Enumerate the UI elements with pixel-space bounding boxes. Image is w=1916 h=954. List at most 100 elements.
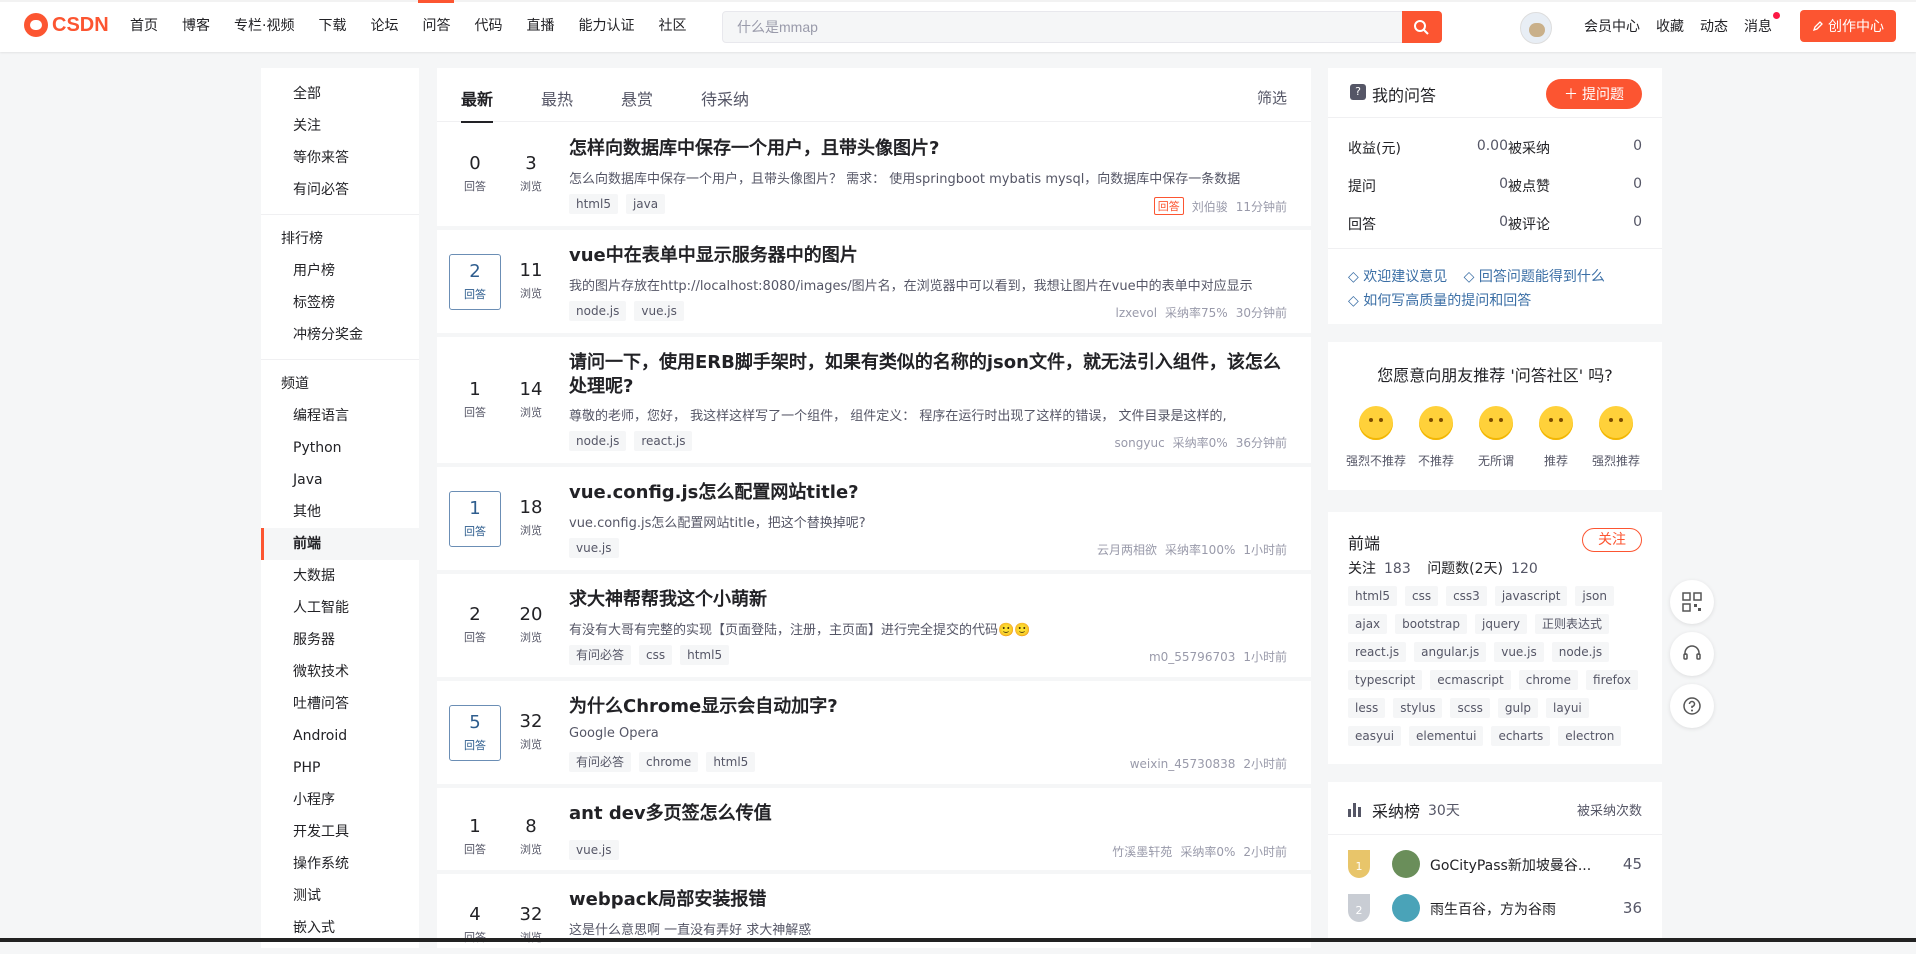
tag[interactable]: html5 <box>680 645 730 665</box>
topic-tag[interactable]: layui <box>1546 698 1589 718</box>
sidebar-item-tag-rank[interactable]: 标签榜 <box>261 287 419 319</box>
survey-option[interactable]: 强烈不推荐 <box>1346 406 1406 469</box>
topic-tag[interactable]: ecmascript <box>1430 670 1511 690</box>
question-item[interactable]: 2 回答 20 浏览 求大神帮帮我这个小萌新 有没有大哥有完整的实现【页面登陆，注册… <box>437 574 1311 681</box>
nav-forum[interactable]: 论坛 <box>358 0 410 52</box>
topic-tag[interactable]: jquery <box>1475 614 1528 634</box>
topic-tag[interactable]: ajax <box>1348 614 1388 634</box>
tab-hottest[interactable]: 最热 <box>541 86 573 110</box>
sidebar-item-all[interactable]: 全部 <box>261 78 419 110</box>
topic-tag[interactable]: react.js <box>1348 642 1407 662</box>
tag[interactable]: css <box>639 645 673 665</box>
survey-option[interactable]: 推荐 <box>1526 406 1586 469</box>
question-title[interactable]: 请问一下，使用ERB脚手架时，如果有类似的名称的json文件，就无法引入组件，该… <box>569 351 1289 399</box>
sidebar-item-bonus-rank[interactable]: 冲榜分奖金 <box>261 319 419 351</box>
ask-question-button[interactable]: ＋ 提问题 <box>1546 79 1642 109</box>
tag[interactable]: vue.js <box>569 538 619 558</box>
topic-tag[interactable]: chrome <box>1518 670 1579 690</box>
question-title[interactable]: 求大神帮帮我这个小萌新 <box>569 588 1289 612</box>
tab-bounty[interactable]: 悬赏 <box>621 86 653 110</box>
question-title[interactable]: 怎样向数据库中保存一个用户，且带头像图片? <box>569 137 1289 161</box>
topic-tag[interactable]: bootstrap <box>1395 614 1468 634</box>
tag[interactable]: react.js <box>634 431 693 451</box>
tag[interactable]: java <box>625 194 666 214</box>
sidebar-item-channel[interactable]: 吐槽问答 <box>261 688 419 720</box>
messages-link[interactable]: 消息 <box>1744 12 1780 36</box>
sidebar-item-channel[interactable]: 开发工具 <box>261 816 419 848</box>
help-button[interactable] <box>1670 684 1714 728</box>
quality-guide-link[interactable]: ◇ 如何写高质量的提问和回答 <box>1348 293 1531 309</box>
topic-tag[interactable]: electron <box>1558 726 1622 746</box>
activity-link[interactable]: 动态 <box>1700 16 1728 36</box>
answer-benefit-link[interactable]: ◇ 回答问题能得到什么 <box>1464 269 1605 285</box>
sidebar-item-following[interactable]: 关注 <box>261 110 419 142</box>
topic-tag[interactable]: css <box>1404 586 1439 606</box>
rank-row[interactable]: 2 雨生百谷，方为谷雨 36 <box>1348 890 1642 926</box>
author-name[interactable]: m0_55796703 <box>1149 650 1235 664</box>
nav-community[interactable]: 社区 <box>646 0 698 52</box>
search-input[interactable] <box>723 12 1403 42</box>
topic-tag[interactable]: javascript <box>1494 586 1568 606</box>
nav-code[interactable]: 代码 <box>462 0 514 52</box>
question-title[interactable]: vue中在表单中显示服务器中的图片 <box>569 244 1289 268</box>
question-item[interactable]: 1 回答 18 浏览 vue.config.js怎么配置网站title? vue.c… <box>437 467 1311 574</box>
nav-certification[interactable]: 能力认证 <box>566 0 646 52</box>
tag[interactable]: html5 <box>569 194 618 214</box>
question-item[interactable]: 0 回答 3 浏览 怎样向数据库中保存一个用户，且带头像图片? 怎么向数据库中保存一… <box>437 123 1311 230</box>
vip-center-link[interactable]: 会员中心 <box>1584 16 1640 36</box>
nav-column-video[interactable]: 专栏·视频 <box>222 0 306 52</box>
tag[interactable]: 有问必答 <box>569 752 632 772</box>
survey-option[interactable]: 强烈推荐 <box>1586 406 1646 469</box>
topic-tag[interactable]: scss <box>1450 698 1490 718</box>
tag[interactable]: node.js <box>569 431 627 451</box>
topic-tag[interactable]: node.js <box>1551 642 1610 662</box>
topic-tag[interactable]: 正则表达式 <box>1535 614 1610 634</box>
topic-tag[interactable]: vue.js <box>1494 642 1544 662</box>
topic-tag[interactable]: easyui <box>1348 726 1402 746</box>
question-item[interactable]: 1 回答 14 浏览 请问一下，使用ERB脚手架时，如果有类似的名称的json文件，… <box>437 337 1311 467</box>
topic-tag[interactable]: less <box>1348 698 1386 718</box>
question-item[interactable]: 2 回答 11 浏览 vue中在表单中显示服务器中的图片 我的图片存放在http:/… <box>437 230 1311 337</box>
sidebar-item-channel[interactable]: Python <box>261 432 419 464</box>
nav-home[interactable]: 首页 <box>118 0 170 52</box>
tab-pending[interactable]: 待采纳 <box>701 86 749 110</box>
follow-topic-button[interactable]: 关注 <box>1582 528 1642 552</box>
sidebar-item-channel[interactable]: 测试 <box>261 880 419 912</box>
topic-tag[interactable]: firefox <box>1586 670 1638 690</box>
question-item[interactable]: 4回答 32浏览 webpack局部安装报错 这是什么意思啊 一直没有弄好 求大… <box>437 874 1311 954</box>
topic-tag[interactable]: stylus <box>1393 698 1443 718</box>
sidebar-item-channel[interactable]: 服务器 <box>261 624 419 656</box>
sidebar-item-channel[interactable]: 人工智能 <box>261 592 419 624</box>
author-name[interactable]: 云月两相欲 <box>1097 541 1157 558</box>
topic-tag[interactable]: html5 <box>1348 586 1397 606</box>
tag[interactable]: vue.js <box>634 301 684 321</box>
search-button[interactable] <box>1402 11 1442 43</box>
sidebar-item-channel[interactable]: 编程语言 <box>261 400 419 432</box>
sidebar-item-user-rank[interactable]: 用户榜 <box>261 255 419 287</box>
question-title[interactable]: webpack局部安装报错 <box>569 888 1289 912</box>
nav-blog[interactable]: 博客 <box>170 0 222 52</box>
tag[interactable]: node.js <box>569 301 627 321</box>
survey-option[interactable]: 无所谓 <box>1466 406 1526 469</box>
favorites-link[interactable]: 收藏 <box>1656 16 1684 36</box>
sidebar-item-channel[interactable]: 其他 <box>261 496 419 528</box>
sidebar-item-channel[interactable]: 小程序 <box>261 784 419 816</box>
topic-tag[interactable]: echarts <box>1491 726 1551 746</box>
rank-period[interactable]: 30天 <box>1428 800 1460 820</box>
topic-tag[interactable]: elementui <box>1409 726 1484 746</box>
nav-download[interactable]: 下载 <box>306 0 358 52</box>
user-avatar[interactable] <box>1520 12 1552 44</box>
answer-badge[interactable]: 回答 <box>1153 197 1184 215</box>
sidebar-item-channel[interactable]: Android <box>261 720 419 752</box>
question-item[interactable]: 1 回答 8 浏览 ant dev多页签怎么传值 vue.js 竹溪墨轩苑 采纳率0… <box>437 788 1311 874</box>
sidebar-item-frontend[interactable]: 前端 <box>261 528 419 560</box>
sidebar-item-channel[interactable]: 操作系统 <box>261 848 419 880</box>
create-center-button[interactable]: 创作中心 <box>1800 10 1896 42</box>
feedback-link[interactable]: ◇ 欢迎建议意见 <box>1348 269 1447 285</box>
sidebar-item-channel[interactable]: 大数据 <box>261 560 419 592</box>
author-name[interactable]: 竹溪墨轩苑 <box>1112 843 1172 860</box>
question-title[interactable]: 为什么Chrome显示会自动加字? <box>569 695 1289 719</box>
csdn-logo[interactable]: CSDN <box>24 13 109 37</box>
author-name[interactable]: lzxevol <box>1116 306 1158 320</box>
author-name[interactable]: songyuc <box>1115 436 1165 450</box>
